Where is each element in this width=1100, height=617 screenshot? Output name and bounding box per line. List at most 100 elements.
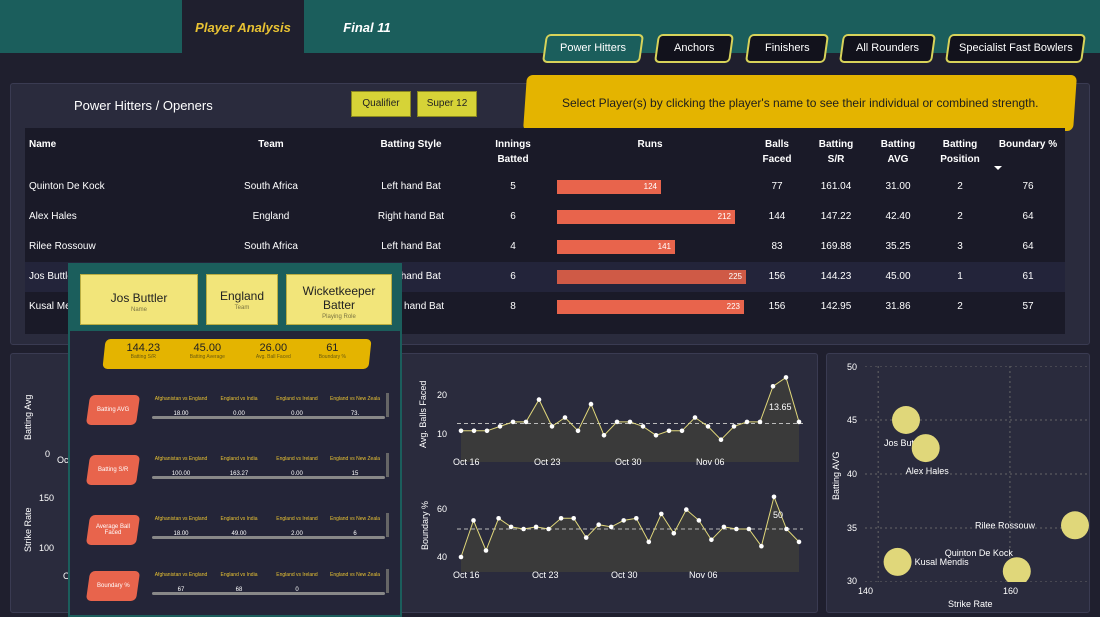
- category-anchors-button[interactable]: Anchors: [653, 34, 735, 63]
- col-header-batting-style[interactable]: Batting Style: [361, 137, 461, 152]
- col-header-innings[interactable]: Innings Batted: [487, 137, 539, 167]
- instruction-text: Select Player(s) by clicking the player'…: [561, 96, 1039, 110]
- left-tick-oc: Oc: [57, 455, 69, 465]
- tooltip-role: Wicketkeeper Batter: [302, 284, 376, 312]
- match-column: Afghanistan vs England 67: [152, 571, 210, 593]
- match-column: England vs India 0.00: [210, 395, 268, 417]
- stat-value: 61: [326, 342, 339, 354]
- col-header-name[interactable]: Name: [29, 137, 56, 152]
- col-header-balls-faced[interactable]: Balls Faced: [757, 137, 797, 167]
- data-point: [718, 437, 724, 442]
- sort-desc-icon[interactable]: [993, 165, 1003, 171]
- tooltip-role-box: Wicketkeeper Batter Playing Role: [286, 274, 392, 325]
- boundary-y-title: Boundary %: [420, 500, 430, 550]
- player-name-cell[interactable]: Rilee Rossouw: [29, 232, 179, 262]
- team-cell: South Africa: [244, 181, 298, 192]
- scatter-y-title: Batting AVG: [831, 451, 841, 500]
- metric-track: [152, 476, 385, 479]
- balls-faced-cell: 144: [768, 211, 786, 222]
- col-header-batting-position[interactable]: Batting Position: [935, 137, 985, 167]
- scrollbar[interactable]: [386, 393, 389, 417]
- batting-style-cell: Left hand Bat: [381, 181, 441, 192]
- player-name-cell[interactable]: Alex Hales: [29, 202, 179, 232]
- col-header-batting-sr[interactable]: Batting S/R: [813, 137, 859, 167]
- metric-track: [152, 592, 385, 595]
- scatter-ytick: 30: [847, 576, 858, 586]
- scrollbar[interactable]: [386, 513, 389, 537]
- col-header-runs[interactable]: Runs: [600, 137, 700, 152]
- match-name: Afghanistan vs England: [154, 456, 208, 462]
- match-column: England vs Ireland 0: [268, 571, 326, 593]
- scrollbar[interactable]: [386, 453, 389, 477]
- stat-batting-sr: 144.23 Batting S/R: [118, 342, 168, 360]
- table-row[interactable]: Rilee Rossouw South Africa Left hand Bat 4 8…: [25, 232, 1065, 262]
- match-name: England vs India: [220, 456, 258, 462]
- category-finishers-button[interactable]: Finishers: [744, 34, 830, 63]
- scatter-point: [1061, 511, 1089, 540]
- batting-avg-cell: 31.86: [885, 301, 911, 312]
- tooltip-team-label: Team: [234, 305, 250, 311]
- col-header-boundary[interactable]: Boundary %: [995, 137, 1061, 152]
- match-name: England vs India: [220, 396, 258, 402]
- filter-super-12-button[interactable]: Super 12: [417, 91, 477, 117]
- data-point: [692, 415, 698, 420]
- category-label: Anchors: [673, 42, 715, 54]
- instruction-banner: Select Player(s) by clicking the player'…: [523, 75, 1077, 131]
- data-point: [796, 539, 802, 545]
- data-point: [583, 535, 589, 540]
- scatter-point-label: Alex Hales: [906, 466, 950, 476]
- data-point: [510, 419, 516, 425]
- match-name: England vs Ireland: [276, 572, 318, 578]
- data-point: [484, 428, 490, 434]
- data-point: [496, 516, 501, 521]
- col-header-team[interactable]: Team: [221, 137, 321, 152]
- scrollbar[interactable]: [386, 569, 389, 593]
- match-name: England vs India: [220, 572, 258, 578]
- boundary-cell: 76: [1022, 181, 1034, 192]
- team-cell: England: [252, 211, 290, 222]
- filter-qualifier-button[interactable]: Qualifier: [351, 91, 411, 117]
- col-header-batting-avg[interactable]: Batting AVG: [875, 137, 921, 167]
- table-row[interactable]: Alex Hales England Right hand Bat 6 144 147.2…: [25, 202, 1065, 232]
- data-point: [659, 511, 664, 517]
- data-point: [608, 524, 614, 530]
- scatter-point: [911, 434, 940, 463]
- category-power-hitters-button[interactable]: Power Hitters: [541, 34, 645, 63]
- boundary-cell: 57: [1022, 301, 1034, 312]
- batting-style-cell: Right hand Bat: [377, 211, 445, 222]
- data-point: [783, 375, 789, 380]
- data-point: [653, 433, 659, 438]
- player-name-cell[interactable]: Quinton De Kock: [29, 172, 179, 202]
- balls-faced-xtick: Nov 06: [696, 457, 725, 467]
- category-label: Specialist Fast Bowlers: [958, 42, 1073, 54]
- runs-bar: 225: [557, 270, 746, 284]
- scatter-x-title: Strike Rate: [948, 599, 993, 609]
- tooltip-stats-strip: 144.23 Batting S/R 45.00 Batting Average 2…: [102, 339, 372, 369]
- category-specialist-fast-bowlers-button[interactable]: Specialist Fast Bowlers: [944, 34, 1087, 63]
- innings-cell: 8: [510, 301, 516, 312]
- batting-position-cell: 1: [957, 271, 963, 282]
- left-tick-0: 0: [45, 449, 51, 459]
- batting-position-cell: 2: [957, 181, 963, 192]
- data-point: [521, 526, 526, 532]
- data-point: [679, 428, 685, 434]
- panel-title: Power Hitters / Openers: [74, 98, 213, 113]
- batting-avg-cell: 31.00: [885, 181, 911, 192]
- metric-track: [152, 416, 385, 419]
- tab-final-11[interactable]: Final 11: [322, 0, 412, 53]
- innings-cell: 6: [510, 271, 516, 282]
- match-column: England vs India 49.00: [210, 515, 268, 537]
- match-name: England vs New Zeala: [329, 456, 381, 462]
- data-point: [770, 384, 776, 389]
- balls-faced-line-chart: [457, 375, 803, 462]
- metric-tag: Boundary %: [85, 571, 141, 601]
- tab-player-analysis[interactable]: Player Analysis: [182, 0, 304, 53]
- match-name: England vs Ireland: [276, 456, 318, 462]
- tooltip-metric-row: Boundary % Afghanistan vs England 67 Englan…: [70, 569, 400, 617]
- player-tooltip: Jos Buttler Name England Team Wicketkeep…: [68, 263, 402, 617]
- match-name: Afghanistan vs England: [154, 516, 208, 522]
- data-point: [562, 415, 568, 420]
- category-all-rounders-button[interactable]: All Rounders: [838, 34, 937, 63]
- stat-value: 26.00: [259, 342, 288, 354]
- table-row[interactable]: Quinton De Kock South Africa Left hand Bat…: [25, 172, 1065, 202]
